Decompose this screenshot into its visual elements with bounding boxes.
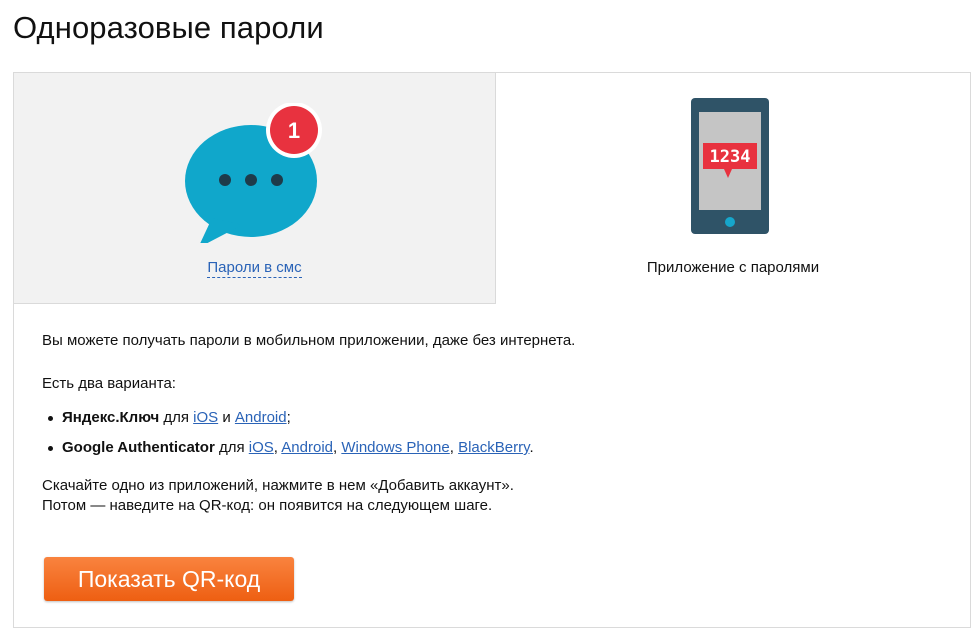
app-list: Яндекс.Ключ для iOS и Android; Google Au… xyxy=(42,408,534,468)
phone-icon: 1234 xyxy=(691,98,769,234)
page-title: Одноразовые пароли xyxy=(13,10,324,45)
notification-badge: 1 xyxy=(288,118,300,143)
android-link[interactable]: Android xyxy=(281,439,333,456)
app-name: Google Authenticator xyxy=(62,439,215,456)
code-display: 1234 xyxy=(710,147,751,167)
chat-bubble-icon: 1 xyxy=(185,103,322,243)
tab-sms-passwords[interactable]: 1 Пароли в смс xyxy=(14,73,496,304)
android-link[interactable]: Android xyxy=(235,409,287,426)
instructions-line-2: Потом — наведите на QR-код: он появится … xyxy=(42,497,493,514)
instructions: Скачайте одно из приложений, нажмите в н… xyxy=(42,476,514,516)
list-item: Google Authenticator для iOS, Android, W… xyxy=(48,439,534,456)
tab-sms-label[interactable]: Пароли в смс xyxy=(207,259,302,278)
list-punctuation: . xyxy=(529,439,534,456)
windows-phone-link[interactable]: Windows Phone xyxy=(341,439,449,456)
tab-app-passwords[interactable]: 1234 Приложение с паролями xyxy=(496,73,970,304)
list-item: Яндекс.Ключ для iOS и Android; xyxy=(48,408,534,428)
for-text: для xyxy=(218,439,245,456)
ios-link[interactable]: iOS xyxy=(193,409,218,426)
for-text: для xyxy=(163,409,189,426)
and-text: и xyxy=(222,409,231,426)
intro-text: Вы можете получать пароли в мобильном пр… xyxy=(42,332,576,349)
app-name: Яндекс.Ключ xyxy=(62,409,160,426)
instructions-line-1: Скачайте одно из приложений, нажмите в н… xyxy=(42,477,514,494)
tab-app-label: Приложение с паролями xyxy=(646,259,820,276)
variants-text: Есть два варианта: xyxy=(42,375,176,392)
ios-link[interactable]: iOS xyxy=(249,439,274,456)
show-qr-code-button[interactable]: Показать QR-код xyxy=(44,557,294,601)
otp-panel: 1 Пароли в смс 1234 Приложение с паролям… xyxy=(13,72,971,628)
list-punctuation: ; xyxy=(286,409,291,426)
blackberry-link[interactable]: BlackBerry xyxy=(458,439,529,456)
